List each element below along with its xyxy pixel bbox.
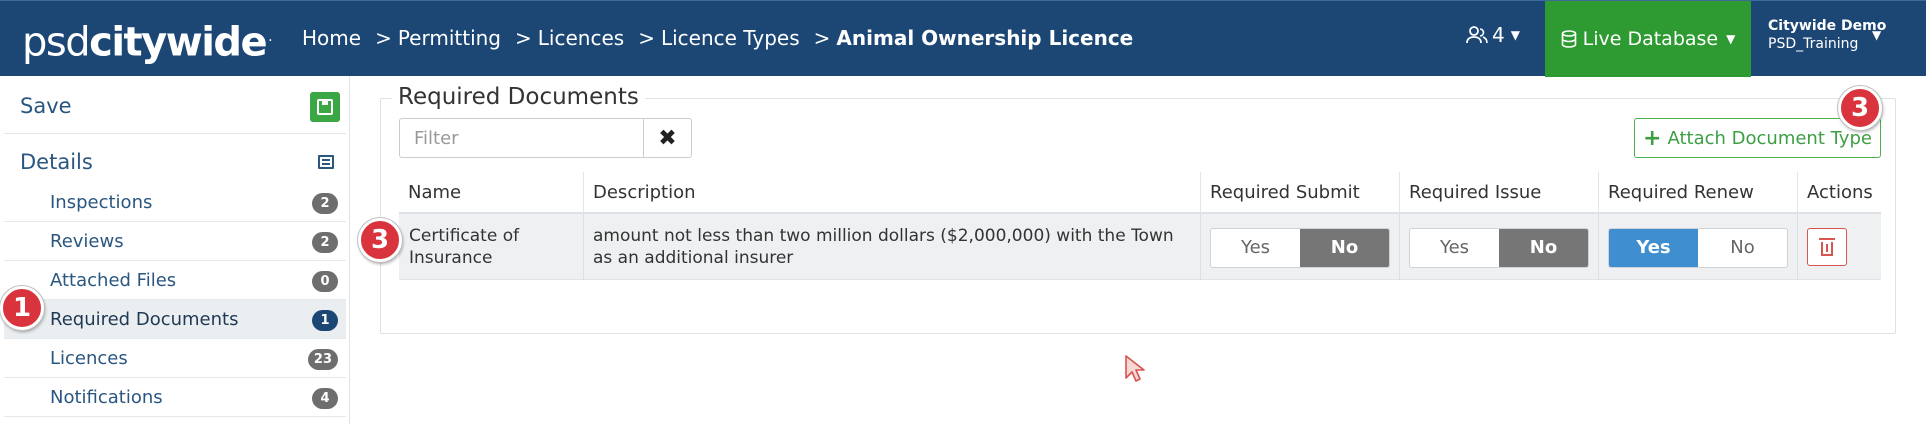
sidebar-item-licences[interactable]: Licences 23	[4, 339, 346, 378]
breadcrumb-home[interactable]: Home	[302, 26, 361, 50]
section-title: Required Documents	[392, 84, 645, 110]
count-badge: 2	[312, 232, 338, 253]
callout-marker: 3	[358, 218, 402, 262]
required-issue-yes[interactable]: Yes	[1410, 229, 1499, 267]
cell-required-issue: Yes No	[1400, 214, 1599, 280]
database-label: Live Database	[1582, 28, 1719, 50]
sidebar-item-reviews[interactable]: Reviews 2	[4, 222, 346, 261]
logo-text-left: psd	[22, 19, 91, 66]
required-submit-no[interactable]: No	[1300, 229, 1389, 267]
attach-document-type-label: Attach Document Type	[1667, 127, 1872, 149]
column-header-required-submit[interactable]: Required Submit	[1201, 172, 1400, 214]
trash-icon	[1819, 237, 1835, 256]
filter-input[interactable]	[399, 118, 644, 158]
user-name: Citywide Demo	[1768, 18, 1887, 34]
sidebar-item-label: Inspections	[50, 191, 153, 213]
top-navbar: psdcitywide. Home > Permitting > Licence…	[0, 0, 1926, 77]
column-header-name[interactable]: Name	[399, 172, 584, 214]
app-logo[interactable]: psdcitywide.	[22, 15, 273, 66]
cell-description: amount not less than two million dollars…	[584, 214, 1201, 280]
count-badge: 1	[312, 310, 338, 331]
sidebar-details[interactable]: Details	[4, 134, 346, 190]
breadcrumb-separator: >	[375, 26, 392, 50]
column-header-actions: Actions	[1798, 172, 1881, 214]
count-badge: 0	[312, 271, 338, 292]
column-header-required-issue[interactable]: Required Issue	[1400, 172, 1599, 214]
count-badge: 4	[312, 388, 338, 409]
count-badge: 23	[307, 349, 338, 370]
sidebar: Save Details Inspections 2 Reviews 2 Att…	[0, 76, 350, 424]
callout-marker: 1	[0, 286, 44, 330]
logo-text-right: citywide	[89, 19, 268, 66]
breadcrumb-licences[interactable]: Licences	[538, 26, 624, 50]
required-submit-yes[interactable]: Yes	[1211, 229, 1300, 267]
sidebar-save[interactable]: Save	[4, 78, 346, 134]
sidebar-item-label: Reviews	[50, 230, 124, 252]
required-issue-no[interactable]: No	[1499, 229, 1588, 267]
user-menu[interactable]: Citywide Demo PSD_Training ▼	[1768, 17, 1886, 53]
list-icon	[318, 155, 334, 169]
save-icon[interactable]	[310, 92, 340, 122]
sidebar-item-attached-files[interactable]: Attached Files 0	[4, 261, 346, 300]
users-icon	[1466, 26, 1488, 44]
users-menu[interactable]: 4 ▼	[1466, 23, 1520, 47]
callout-marker: 3	[1838, 86, 1882, 130]
table-row: Certificate of Insurance amount not less…	[399, 214, 1881, 280]
breadcrumb: Home > Permitting > Licences > Licence T…	[302, 26, 1133, 50]
sidebar-item-label: Licences	[50, 347, 128, 369]
breadcrumb-current: Animal Ownership Licence	[836, 26, 1134, 50]
sidebar-item-label: Required Documents	[50, 308, 239, 330]
breadcrumb-separator: >	[515, 26, 532, 50]
required-renew-no[interactable]: No	[1698, 229, 1787, 267]
cell-actions	[1798, 214, 1881, 280]
cell-required-renew: Yes No	[1599, 214, 1798, 280]
count-badge: 2	[312, 193, 338, 214]
database-selector[interactable]: Live Database ▼	[1545, 1, 1751, 77]
close-icon[interactable]: ✖	[643, 118, 692, 158]
sidebar-item-label: Attached Files	[50, 269, 177, 291]
breadcrumb-permitting[interactable]: Permitting	[398, 26, 501, 50]
sidebar-save-label: Save	[20, 93, 72, 118]
plus-icon: +	[1643, 125, 1662, 151]
user-org: PSD_Training	[1768, 36, 1859, 52]
sidebar-item-label: Notifications	[50, 386, 163, 408]
column-header-description[interactable]: Description	[584, 172, 1201, 214]
chevron-down-icon: ▼	[1510, 28, 1520, 42]
cell-name: Certificate of Insurance	[399, 214, 584, 280]
chevron-down-icon: ▼	[1726, 32, 1736, 46]
sidebar-item-notifications[interactable]: Notifications 4	[4, 378, 346, 417]
cell-required-submit: Yes No	[1201, 214, 1400, 280]
delete-button[interactable]	[1807, 228, 1847, 266]
required-issue-toggle: Yes No	[1409, 228, 1589, 268]
required-submit-toggle: Yes No	[1210, 228, 1390, 268]
chevron-down-icon: ▼	[1872, 28, 1882, 42]
sidebar-item-required-documents[interactable]: Required Documents 1	[4, 300, 346, 339]
required-renew-yes[interactable]: Yes	[1609, 229, 1698, 267]
logo-mark: .	[268, 29, 272, 45]
breadcrumb-separator: >	[813, 26, 831, 50]
users-count: 4	[1492, 23, 1505, 47]
breadcrumb-licence-types[interactable]: Licence Types	[661, 26, 800, 50]
sidebar-details-label: Details	[20, 150, 93, 174]
required-renew-toggle: Yes No	[1608, 228, 1788, 268]
mouse-cursor-icon	[1125, 355, 1145, 382]
sidebar-item-inspections[interactable]: Inspections 2	[4, 183, 346, 222]
breadcrumb-separator: >	[638, 26, 655, 50]
database-icon	[1561, 30, 1576, 48]
column-header-required-renew[interactable]: Required Renew	[1599, 172, 1798, 214]
